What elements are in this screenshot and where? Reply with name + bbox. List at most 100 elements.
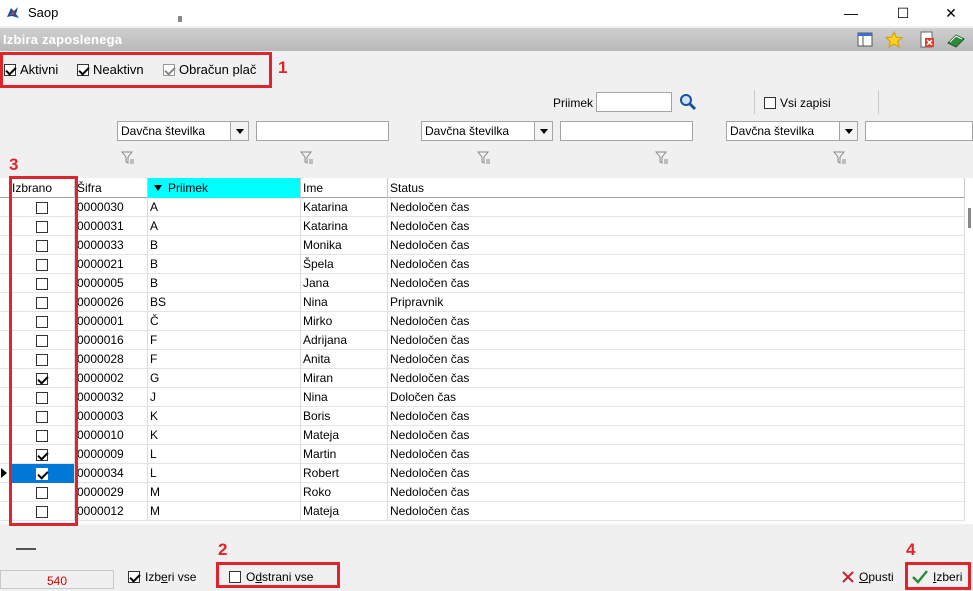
record-count: 540 [0, 570, 114, 589]
callout-box-4 [905, 562, 971, 590]
filter-funnel-icon[interactable] [833, 151, 847, 165]
priimek-cell: M [148, 502, 301, 521]
status-cell: Nedoločen čas [388, 255, 965, 274]
chevron-down-icon[interactable] [230, 122, 248, 140]
dialog-title: Izbira zaposlenega [3, 32, 123, 47]
ime-cell: Katarina [301, 217, 388, 236]
maximize-button[interactable]: ☐ [880, 0, 926, 26]
table-row[interactable]: 0000034 L Robert Nedoločen čas [0, 464, 965, 483]
scrollbar-thumb[interactable] [968, 208, 971, 228]
table-row[interactable]: 0000001 Č Mirko Nedoločen čas [0, 312, 965, 331]
vsi-zapisi-label: Vsi zapisi [780, 96, 831, 110]
priimek-cell: L [148, 464, 301, 483]
favorite-star-icon[interactable] [885, 31, 903, 48]
filter-funnel-icon[interactable] [121, 151, 135, 165]
status-cell: Nedoločen čas [388, 217, 965, 236]
close-button[interactable]: ✕ [928, 0, 973, 26]
priimek-cell: K [148, 426, 301, 445]
priimek-cell: M [148, 483, 301, 502]
vertical-scrollbar[interactable] [965, 178, 973, 524]
table-row[interactable]: 0000002 G Miran Nedoločen čas [0, 369, 965, 388]
column-header-priimek[interactable]: Priimek [148, 178, 301, 198]
callout-box-2 [216, 562, 340, 588]
grid-header: Izbrano Šifra Priimek Ime Status [0, 178, 965, 198]
table-row[interactable]: 0000033 B Monika Nedoločen čas [0, 236, 965, 255]
dialog-header: Izbira zaposlenega [0, 28, 973, 51]
column-header-sifra[interactable]: Šifra [75, 178, 148, 198]
table-row[interactable]: 0000009 L Martin Nedoločen čas [0, 445, 965, 464]
vsi-zapisi-toggle[interactable]: Vsi zapisi [764, 96, 831, 110]
table-row[interactable]: 0000028 F Anita Nedoločen čas [0, 350, 965, 369]
close-document-icon[interactable] [918, 31, 936, 48]
izberi-vse-checkbox[interactable] [128, 571, 140, 583]
status-cell: Nedoločen čas [388, 312, 965, 331]
filter-funnel-icon[interactable] [300, 151, 314, 165]
opusti-button[interactable]: Opusti [842, 570, 894, 584]
sifra-cell: 0000028 [75, 350, 148, 369]
filter-funnel-icon[interactable] [477, 151, 491, 165]
chevron-down-icon[interactable] [534, 122, 552, 140]
status-cell: Nedoločen čas [388, 445, 965, 464]
status-cell: Nedoločen čas [388, 407, 965, 426]
minimize-panel-handle[interactable] [16, 548, 36, 550]
status-cell: Nedoločen čas [388, 198, 965, 217]
sifra-cell: 0000031 [75, 217, 148, 236]
sifra-cell: 0000032 [75, 388, 148, 407]
sifra-cell: 0000021 [75, 255, 148, 274]
table-row[interactable]: 0000031 A Katarina Nedoločen čas [0, 217, 965, 236]
table-row[interactable]: 0000016 F Adrijana Nedoločen čas [0, 331, 965, 350]
separator [878, 90, 879, 114]
sifra-cell: 0000012 [75, 502, 148, 521]
callout-number-4: 4 [906, 540, 916, 559]
filter-field-select-2[interactable]: Davčna številka [421, 121, 553, 141]
filter-field-select-1[interactable]: Davčna številka [117, 121, 249, 141]
status-cell: Nedoločen čas [388, 483, 965, 502]
ime-cell: Špela [301, 255, 388, 274]
filter-value-input-2[interactable] [560, 121, 693, 141]
table-row[interactable]: 0000032 J Nina Določen čas [0, 388, 965, 407]
filter-field-select-3[interactable]: Davčna številka [726, 121, 858, 141]
columns-settings-icon[interactable] [856, 31, 874, 48]
ime-cell: Martin [301, 445, 388, 464]
minimize-button[interactable]: — [828, 0, 874, 26]
priimek-search-input[interactable] [596, 92, 672, 112]
column-header-status[interactable]: Status [388, 178, 965, 198]
table-row[interactable]: 0000026 BS Nina Pripravnik [0, 293, 965, 312]
table-row[interactable]: 0000005 B Jana Nedoločen čas [0, 274, 965, 293]
table-row[interactable]: 0000003 K Boris Nedoločen čas [0, 407, 965, 426]
filter-field-value-3: Davčna številka [730, 124, 815, 138]
sifra-cell: 0000010 [75, 426, 148, 445]
table-row[interactable]: 0000012 M Mateja Nedoločen čas [0, 502, 965, 521]
status-cell: Nedoločen čas [388, 236, 965, 255]
sifra-cell: 0000026 [75, 293, 148, 312]
drag-handle[interactable] [178, 16, 182, 22]
column-header-ime[interactable]: Ime [301, 178, 388, 198]
priimek-cell: B [148, 274, 301, 293]
ime-cell: Katarina [301, 198, 388, 217]
vsi-zapisi-checkbox[interactable] [764, 97, 776, 109]
app-logo-icon [7, 7, 19, 18]
chevron-down-icon[interactable] [839, 122, 857, 140]
izberi-vse-toggle[interactable]: Izberi vse [128, 570, 196, 584]
filter-value-input-3[interactable] [865, 121, 973, 141]
sifra-cell: 0000033 [75, 236, 148, 255]
filter-field-value-1: Davčna številka [121, 124, 206, 138]
priimek-label: Priimek [553, 96, 594, 110]
ime-cell: Boris [301, 407, 388, 426]
table-row[interactable]: 0000029 M Roko Nedoločen čas [0, 483, 965, 502]
ime-cell: Miran [301, 369, 388, 388]
separator [754, 90, 755, 114]
sifra-cell: 0000002 [75, 369, 148, 388]
help-book-icon[interactable] [947, 31, 965, 48]
priimek-header-label: Priimek [168, 181, 209, 195]
callout-number-2: 2 [218, 540, 228, 559]
filter-value-input-1[interactable] [256, 121, 389, 141]
table-row[interactable]: 0000021 B Špela Nedoločen čas [0, 255, 965, 274]
status-cell: Določen čas [388, 388, 965, 407]
search-icon[interactable] [679, 93, 697, 111]
filter-funnel-icon[interactable] [655, 151, 669, 165]
filter-field-value-2: Davčna številka [425, 124, 510, 138]
table-row[interactable]: 0000030 A Katarina Nedoločen čas [0, 198, 965, 217]
status-cell: Nedoločen čas [388, 331, 965, 350]
table-row[interactable]: 0000010 K Mateja Nedoločen čas [0, 426, 965, 445]
